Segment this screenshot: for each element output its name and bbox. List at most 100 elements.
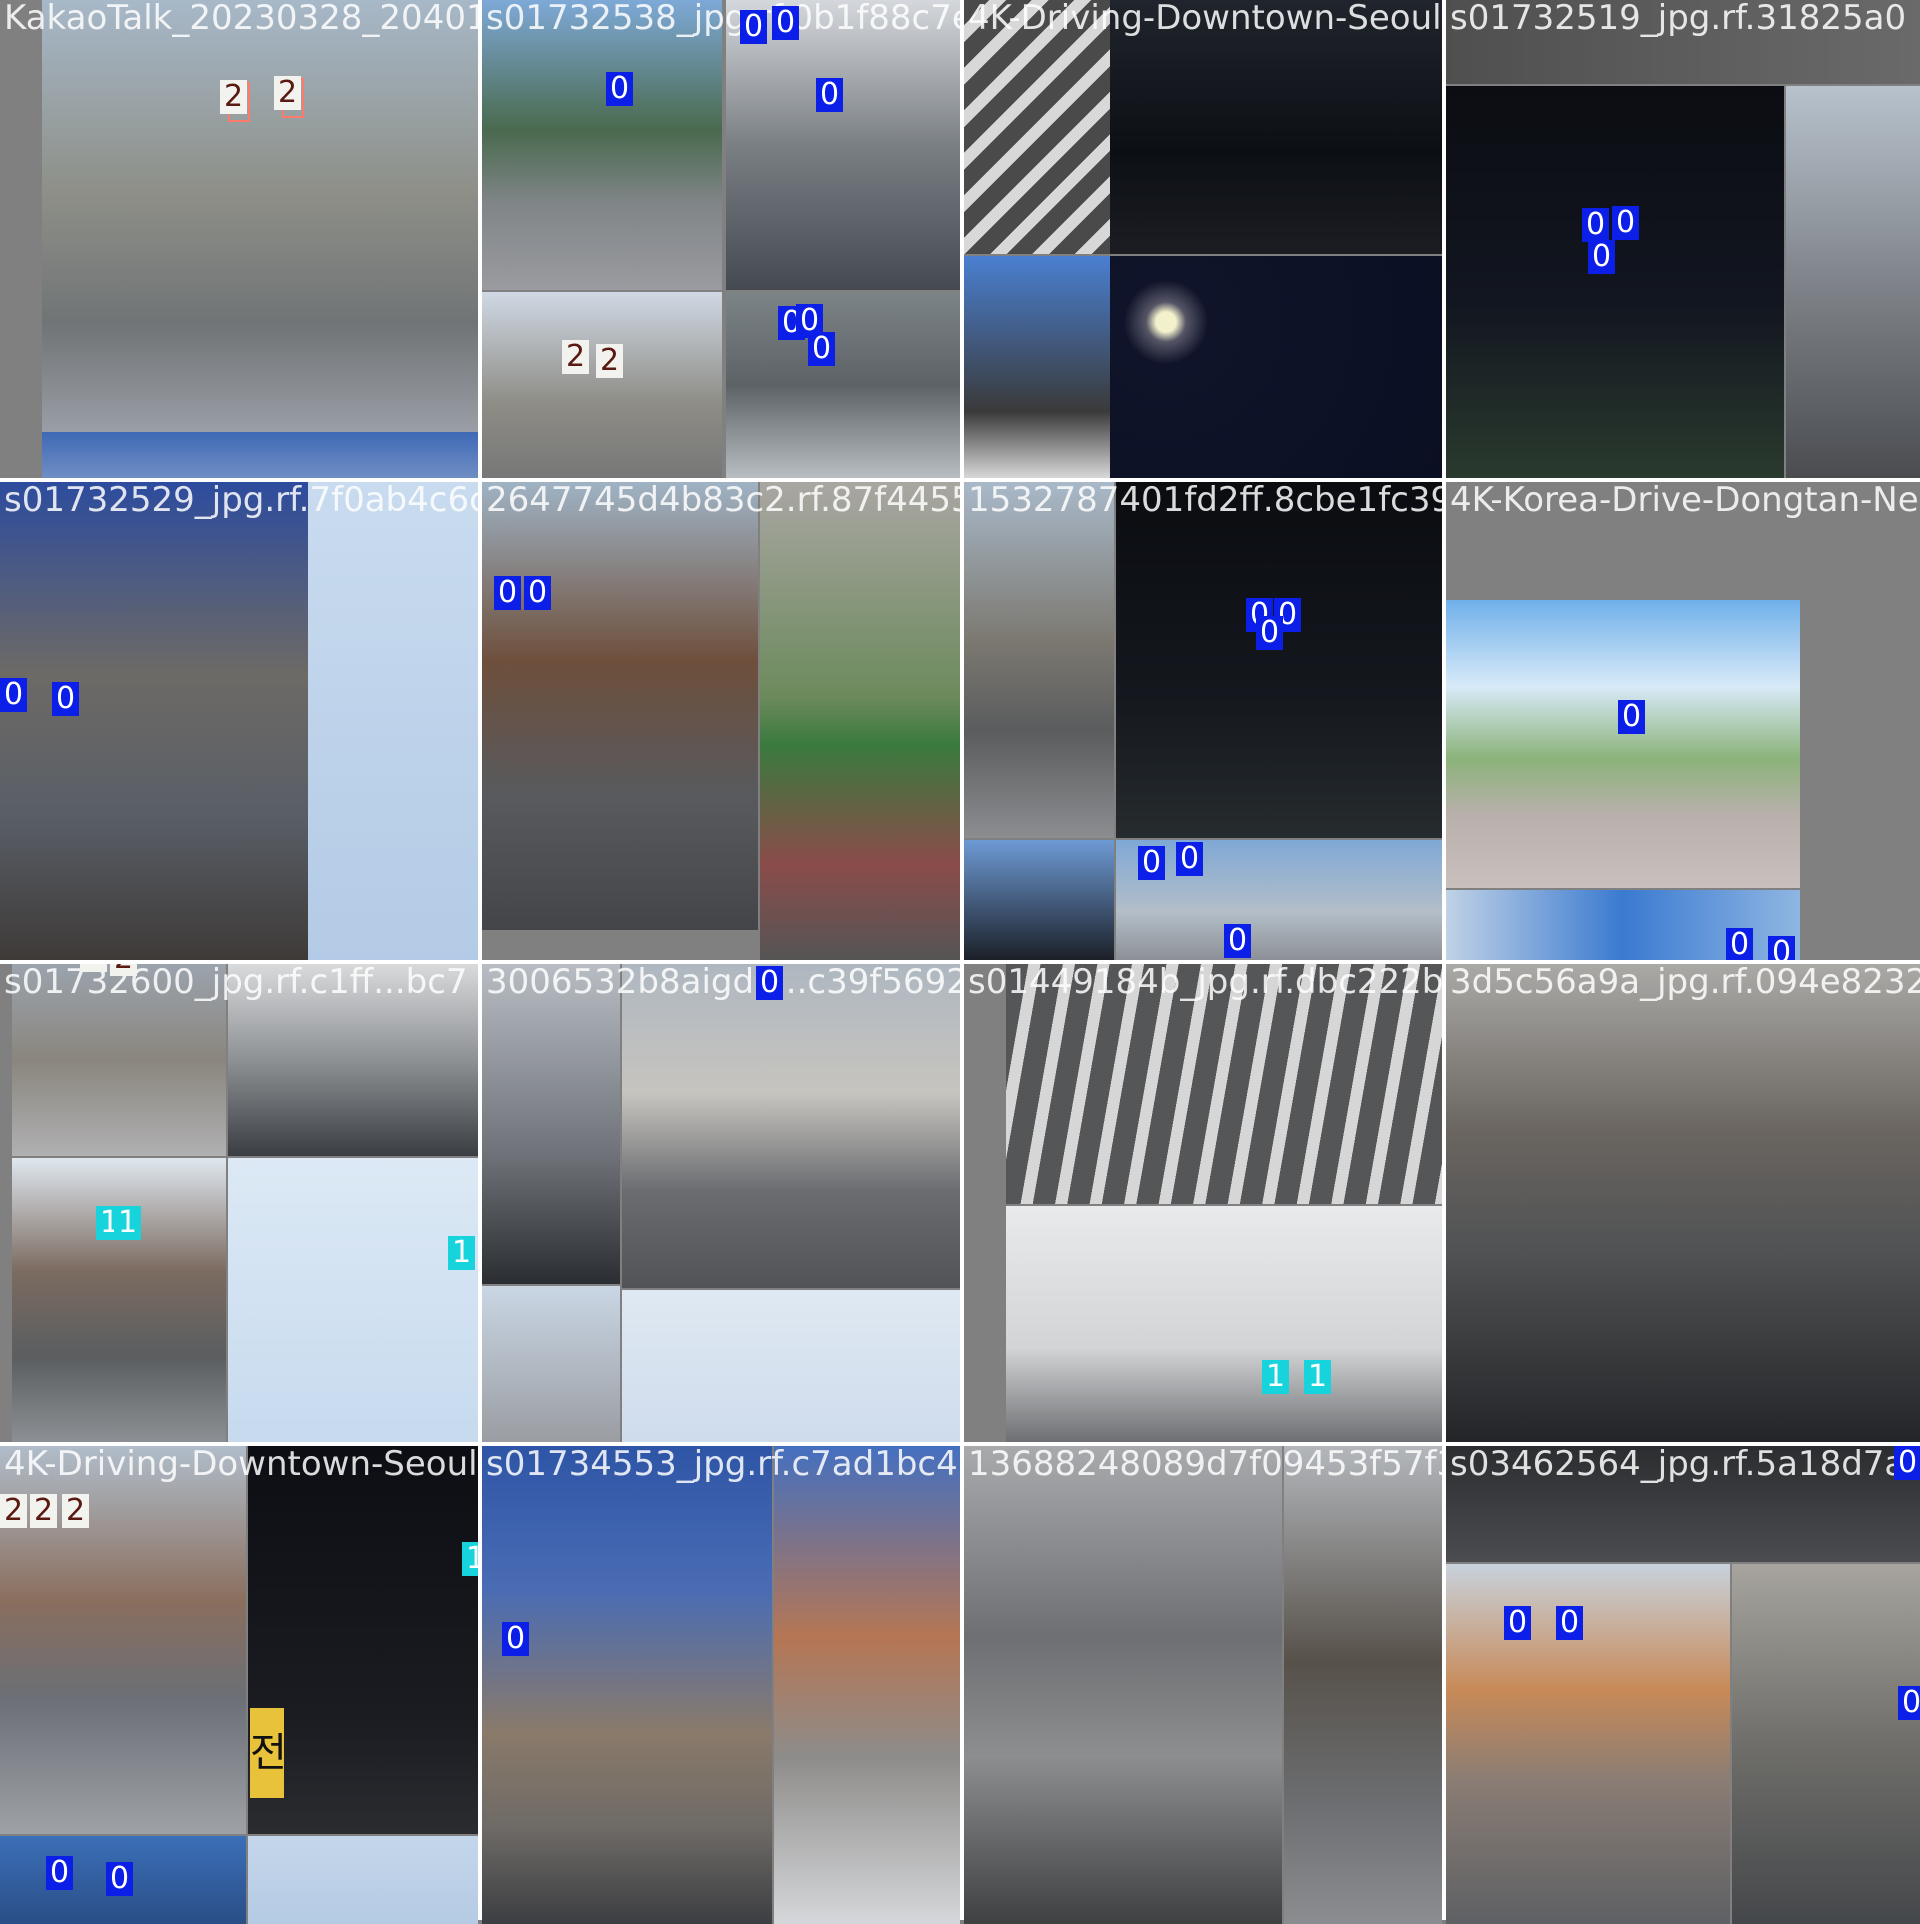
mosaic-tile-14: s01734553_jpg.rf.c7ad1bc4 0: [482, 1446, 960, 1924]
class-label: 1: [114, 1206, 142, 1240]
tile-filename: 4K-Driving-Downtown-Seoul-Gangnam-Jeon: [4, 1446, 478, 1484]
mosaic-tile-3: 4K-Driving-Downtown-Seoul: [964, 0, 1442, 478]
class-label: 0: [756, 966, 784, 1000]
class-label: 0: [1176, 842, 1204, 876]
image-tree-lined-road: [482, 482, 758, 930]
image-bw-street: [964, 1446, 1282, 1924]
image-warning-sign: [964, 256, 1110, 478]
class-label: 0: [1556, 1606, 1584, 1640]
class-label: 2: [596, 344, 624, 378]
class-label: 0: [1726, 928, 1754, 960]
class-label: 0: [606, 72, 634, 106]
class-label: 0: [1612, 206, 1640, 240]
image-pale-sky: [248, 1836, 478, 1924]
mosaic-tile-12: 3d5c56a9a_jpg.rf.094e8232945: [1446, 964, 1920, 1442]
image-pedestrians: [12, 1158, 226, 1442]
image-signal-sign: [228, 1158, 478, 1442]
class-label: 0: [1588, 240, 1616, 274]
image-bottom-strip: [42, 432, 478, 478]
mosaic-tile-13: 전 4K-Driving-Downtown-Seoul-Gangnam-Jeon…: [0, 1446, 478, 1924]
image-dashcam-day: [1446, 964, 1920, 1442]
mosaic-tile-2: s01732538_jpg.rf.0b1f88c7e484b203a59c15d…: [482, 0, 960, 478]
image-street-fence: [42, 0, 478, 432]
image-dashcam-traffic: [482, 964, 620, 1284]
tile-filename: 3006532b8aigde...c39f5692a: [486, 964, 960, 1002]
image-apartment-block: [1284, 1446, 1442, 1924]
tile-filename: s01734553_jpg.rf.c7ad1bc4: [486, 1446, 958, 1484]
class-label: 0: [1256, 616, 1284, 650]
class-label: 0: [1224, 924, 1252, 958]
class-label: 0: [808, 332, 836, 366]
image-dash-sky: [964, 840, 1114, 960]
tile-filename: s01732600_jpg.rf.c1ff...bc7: [4, 964, 468, 1002]
grid-divider: [0, 1442, 1920, 1446]
tile-filename: 4K-Korea-Drive-Dongtan-Ne: [1450, 482, 1919, 520]
tile-filename: s01449184b_jpg.rf.dbc222b8: [968, 964, 1442, 1002]
mosaic-tile-5: s01732529_jpg.rf.7f0ab4c6c 0 0: [0, 482, 478, 960]
mosaic-grid: KakaoTalk_20230328_2040159 2 2 s01732538…: [0, 0, 1920, 1924]
class-label: 1: [448, 1236, 476, 1270]
image-night-sky: [1110, 256, 1442, 478]
image-intersection-buildings: [1446, 1564, 1730, 1924]
class-label: 0: [1898, 1686, 1920, 1720]
image-high-rise-street: [0, 482, 308, 960]
class-label: 0: [1618, 700, 1646, 734]
image-intersection: [622, 964, 960, 1288]
mosaic-tile-4: s01732519_jpg.rf.31825a0 0 0 0: [1446, 0, 1920, 478]
tile-filename: 2647745d4b83c2.rf.87f44555f: [486, 482, 960, 520]
class-label: 2: [0, 1494, 28, 1528]
image-road-trees: [482, 0, 722, 290]
class-label: 0: [1138, 846, 1166, 880]
class-label: 0: [0, 678, 28, 712]
class-label: 2: [80, 964, 108, 972]
image-dongtan-road: [1446, 600, 1800, 888]
jeon-sign-text: 전: [250, 1708, 287, 1798]
grid-divider: [0, 478, 1920, 482]
class-label: 0: [1582, 208, 1610, 242]
tile-filename: s01732538_jpg.rf.0b1f88c7e484b203a59c15d…: [486, 0, 960, 38]
image-hazy-street: [1732, 1564, 1920, 1924]
tile-filename: s03462564_jpg.rf.5a18d7a: [1450, 1446, 1906, 1484]
image-arrow-sign: [622, 1290, 960, 1442]
class-label: 0: [106, 1862, 134, 1896]
mosaic-tile-7: 1532787401fd2ff.8cbe1fc39f0 0 0 0 0 0 0: [964, 482, 1442, 960]
class-label: 1: [462, 1542, 478, 1576]
tile-filename: s01732519_jpg.rf.31825a0: [1450, 0, 1907, 38]
class-label: 2: [562, 340, 590, 374]
image-overpass: [726, 292, 960, 478]
class-label: 0: [1504, 1606, 1532, 1640]
tile-filename: KakaoTalk_20230328_2040159: [4, 0, 478, 38]
image-suburban-road: [964, 482, 1114, 838]
class-label: 1: [1262, 1360, 1290, 1394]
class-label: 2: [110, 964, 138, 976]
image-night-road-arrow: [1116, 482, 1442, 838]
image-day-street: [1786, 86, 1920, 478]
class-label: 0: [1768, 936, 1796, 960]
class-label: 0: [740, 10, 768, 44]
class-label: 0: [524, 576, 552, 610]
tile-filename: 1532787401fd2ff.8cbe1fc39f0: [968, 482, 1442, 520]
grid-divider: [0, 960, 1920, 964]
class-label: 0: [1894, 1446, 1920, 1480]
class-label: 2: [30, 1494, 58, 1528]
mosaic-tile-9: s01732600_jpg.rf.c1ff...bc7 2 2 1 1 1: [0, 964, 478, 1442]
class-label: 0: [46, 1856, 74, 1890]
class-label: 0: [52, 682, 80, 716]
image-green-bus: [760, 482, 960, 960]
image-building-trees: [482, 292, 722, 478]
mosaic-tile-1: KakaoTalk_20230328_2040159 2 2: [0, 0, 478, 478]
tile-filename: 13688248089d7f09453f57f3: [968, 1446, 1442, 1484]
class-label: 1: [1304, 1360, 1332, 1394]
mosaic-tile-8: 4K-Korea-Drive-Dongtan-Ne 0 0 0: [1446, 482, 1920, 960]
class-label: 0: [816, 78, 844, 112]
image-direction-sign: [308, 482, 478, 960]
tile-filename: 3d5c56a9a_jpg.rf.094e8232945: [1450, 964, 1920, 1002]
class-label: 0: [772, 6, 800, 40]
tile-filename: s01732529_jpg.rf.7f0ab4c6c: [4, 482, 478, 520]
class-label: 2: [62, 1494, 90, 1528]
class-label: 2: [274, 76, 302, 110]
class-label: 2: [220, 80, 248, 114]
image-dashboard-night: [1110, 0, 1442, 254]
image-crossing-cars: [774, 1446, 960, 1924]
mosaic-tile-10: 3006532b8aigde...c39f5692a 0: [482, 964, 960, 1442]
